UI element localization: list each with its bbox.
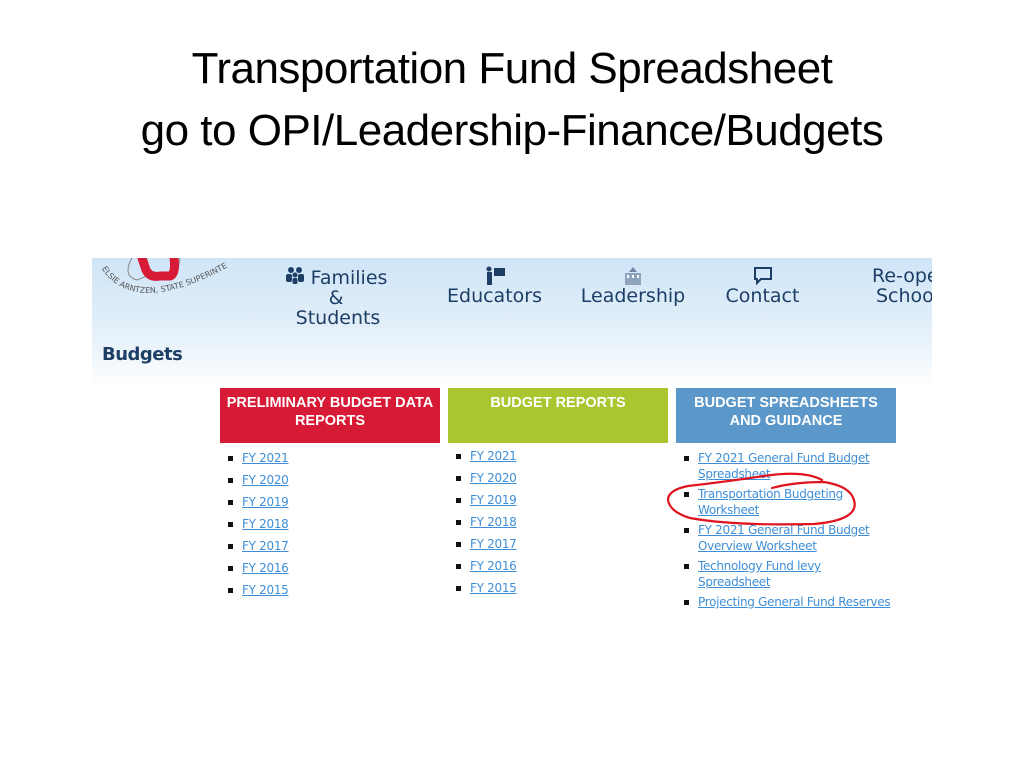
nav-label: Families &	[310, 267, 388, 309]
technology-fund-levy-link[interactable]: Technology Fund levy Spreadsheet	[698, 559, 821, 589]
fy-link[interactable]: FY 2017	[470, 537, 517, 551]
nav-leadership[interactable]: Leadership	[578, 266, 688, 306]
nav-families-students[interactable]: Families & Students	[276, 266, 396, 328]
slide-title-line-2: go to OPI/Leadership-Finance/Budgets	[140, 106, 884, 155]
building-icon	[578, 266, 688, 286]
link-list: FY 2021 FY 2020 FY 2019 FY 2018 FY 2017 …	[220, 451, 440, 599]
column-header: BUDGET REPORTS	[448, 388, 668, 443]
fy-link[interactable]: FY 2018	[470, 515, 517, 529]
fy-link[interactable]: FY 2018	[242, 517, 289, 531]
list-item: FY 2021	[226, 451, 440, 467]
nav-label: Re-ope	[872, 265, 932, 287]
list-item: Projecting General Fund Reserves	[682, 595, 896, 611]
column-header: BUDGET SPREADSHEETS AND GUIDANCE	[676, 388, 896, 443]
nav-label: Schoo	[876, 285, 932, 307]
list-item: FY 2016	[226, 561, 440, 577]
list-item: FY 2021	[454, 449, 668, 465]
nav-contact[interactable]: Contact	[720, 266, 805, 306]
list-item: FY 2017	[454, 537, 668, 553]
list-item: FY 2015	[226, 583, 440, 599]
nav-label: Educators	[447, 285, 542, 307]
list-item: FY 2016	[454, 559, 668, 575]
list-item: FY 2015	[454, 581, 668, 597]
list-item: FY 2021 General Fund Budget Overview Wor…	[682, 523, 896, 554]
opi-logo[interactable]: ELSIE ARNTZEN, STATE SUPERINTENDENT	[92, 258, 242, 316]
list-item: Technology Fund levy Spreadsheet	[682, 559, 896, 590]
list-item: Transportation Budgeting Worksheet	[682, 487, 896, 518]
nav-label: Students	[295, 307, 381, 329]
link-list: FY 2021 General Fund Budget Spreadsheet …	[676, 451, 896, 611]
column-budget-spreadsheets-guidance: BUDGET SPREADSHEETS AND GUIDANCE FY 2021…	[676, 388, 896, 616]
slide-title: Transportation Fund Spreadsheet go to OP…	[0, 38, 1024, 162]
list-item: FY 2019	[454, 493, 668, 509]
list-item: FY 2020	[454, 471, 668, 487]
general-fund-overview-worksheet-link[interactable]: FY 2021 General Fund Budget Overview Wor…	[698, 523, 870, 553]
fy-link[interactable]: FY 2016	[470, 559, 517, 573]
fy-link[interactable]: FY 2017	[242, 539, 289, 553]
educator-icon	[442, 266, 547, 286]
list-item: FY 2018	[454, 515, 668, 531]
nav-educators[interactable]: Educators	[442, 266, 547, 306]
slide-title-line-1: Transportation Fund Spreadsheet	[191, 44, 833, 93]
column-budget-reports: BUDGET REPORTS FY 2021 FY 2020 FY 2019 F…	[448, 388, 668, 603]
column-header: PRELIMINARY BUDGET DATA REPORTS	[220, 388, 440, 443]
families-icon	[285, 266, 305, 288]
nav-label: Contact	[725, 285, 800, 307]
website-screenshot: ELSIE ARNTZEN, STATE SUPERINTENDENT Fami…	[92, 258, 932, 618]
fy-link[interactable]: FY 2021	[242, 451, 289, 465]
nav-reopening-schools[interactable]: Re-ope Schoo	[864, 266, 932, 306]
fy-link[interactable]: FY 2016	[242, 561, 289, 575]
transportation-budgeting-worksheet-link[interactable]: Transportation Budgeting Worksheet	[698, 487, 843, 517]
column-preliminary-budget-data: PRELIMINARY BUDGET DATA REPORTS FY 2021 …	[220, 388, 440, 605]
nav-label: Leadership	[580, 285, 686, 307]
page-heading: Budgets	[102, 344, 183, 365]
fy-link[interactable]: FY 2020	[242, 473, 289, 487]
projecting-reserves-link[interactable]: Projecting General Fund Reserves	[698, 595, 891, 609]
list-item: FY 2020	[226, 473, 440, 489]
fy-link[interactable]: FY 2020	[470, 471, 517, 485]
general-fund-budget-spreadsheet-link[interactable]: FY 2021 General Fund Budget Spreadsheet	[698, 451, 870, 481]
fy-link[interactable]: FY 2015	[470, 581, 517, 595]
fy-link[interactable]: FY 2019	[470, 493, 517, 507]
list-item: FY 2021 General Fund Budget Spreadsheet	[682, 451, 896, 482]
list-item: FY 2018	[226, 517, 440, 533]
chat-icon	[720, 266, 805, 286]
fy-link[interactable]: FY 2019	[242, 495, 289, 509]
list-item: FY 2019	[226, 495, 440, 511]
fy-link[interactable]: FY 2021	[470, 449, 517, 463]
list-item: FY 2017	[226, 539, 440, 555]
fy-link[interactable]: FY 2015	[242, 583, 289, 597]
link-list: FY 2021 FY 2020 FY 2019 FY 2018 FY 2017 …	[448, 449, 668, 597]
